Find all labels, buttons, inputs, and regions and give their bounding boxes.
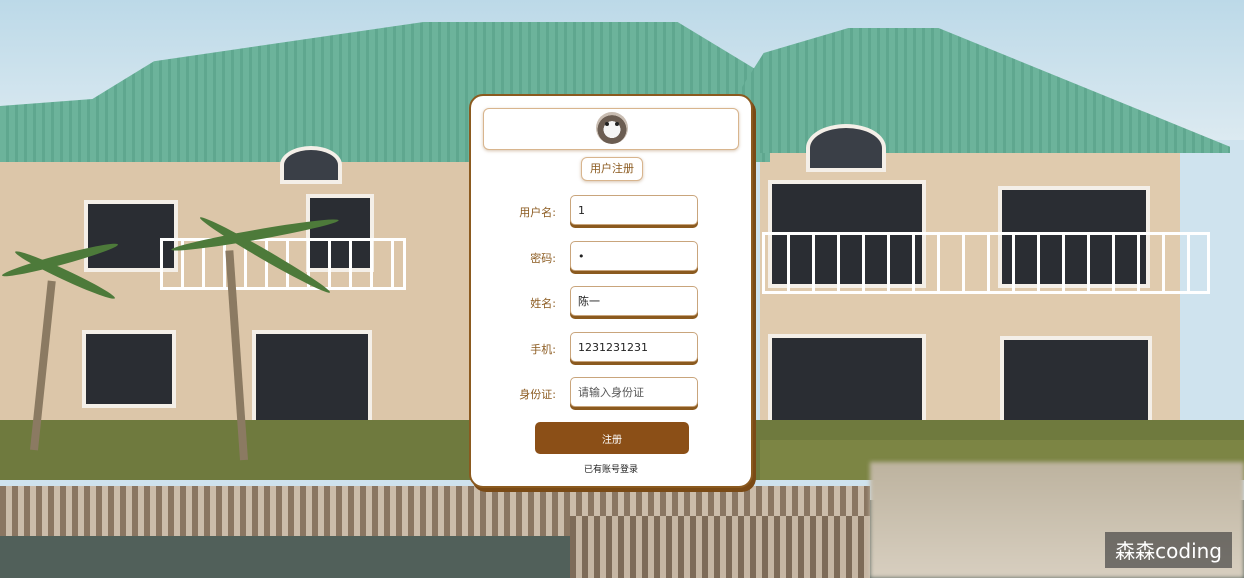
window bbox=[252, 330, 372, 424]
phone-input[interactable] bbox=[570, 332, 698, 362]
register-button[interactable]: 注册 bbox=[535, 422, 689, 454]
avatar bbox=[596, 112, 628, 144]
username-row: 用户名: bbox=[471, 195, 751, 227]
arched-window bbox=[806, 124, 886, 172]
balcony-railing bbox=[762, 232, 1210, 294]
login-link[interactable]: 已有账号登录 bbox=[471, 462, 751, 475]
form-title: 用户注册 bbox=[581, 157, 643, 181]
password-input[interactable] bbox=[570, 241, 698, 271]
id-card-input[interactable] bbox=[570, 377, 698, 407]
username-input[interactable] bbox=[570, 195, 698, 225]
register-card: 用户注册 用户名: 密码: 姓名: 手机: 身份证: 注册 已有账号登录 bbox=[469, 94, 753, 488]
dock bbox=[570, 516, 870, 578]
password-row: 密码: bbox=[471, 241, 751, 273]
id-card-row: 身份证: bbox=[471, 377, 751, 409]
name-label: 姓名: bbox=[530, 297, 556, 310]
phone-row: 手机: bbox=[471, 332, 751, 364]
name-row: 姓名: bbox=[471, 286, 751, 318]
window bbox=[82, 330, 176, 408]
phone-label: 手机: bbox=[530, 343, 556, 356]
arched-window bbox=[280, 146, 342, 184]
id-card-label: 身份证: bbox=[519, 388, 556, 401]
name-input[interactable] bbox=[570, 286, 698, 316]
watermark: 森森coding bbox=[1105, 532, 1232, 568]
password-label: 密码: bbox=[530, 252, 556, 265]
avatar-header bbox=[483, 108, 739, 150]
username-label: 用户名: bbox=[519, 206, 556, 219]
